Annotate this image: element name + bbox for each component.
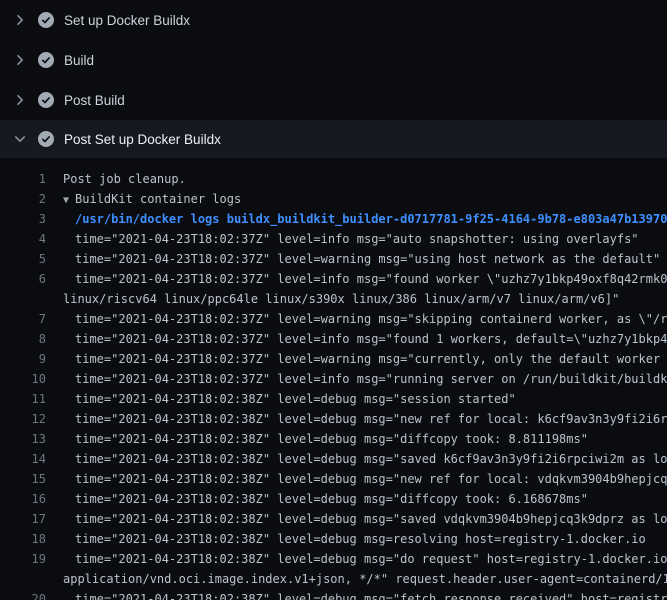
check-circle-icon <box>38 131 54 147</box>
log-line: 11 time="2021-04-23T18:02:38Z" level=deb… <box>0 389 667 409</box>
log-line: 10 time="2021-04-23T18:02:37Z" level=inf… <box>0 369 667 389</box>
log-line-text: /usr/bin/docker logs buildx_buildkit_bui… <box>75 209 667 229</box>
log-line-text: time="2021-04-23T18:02:38Z" level=debug … <box>75 469 667 489</box>
group-toggle-icon[interactable]: ▼ <box>63 195 69 206</box>
step-label: Set up Docker Buildx <box>64 13 190 28</box>
log-line: 9 time="2021-04-23T18:02:37Z" level=warn… <box>0 349 667 369</box>
log-line-number[interactable]: 19 <box>0 549 46 569</box>
log-line-number[interactable]: 13 <box>0 429 46 449</box>
log-line-text: time="2021-04-23T18:02:38Z" level=debug … <box>75 529 646 549</box>
log-line: 8 time="2021-04-23T18:02:37Z" level=info… <box>0 329 667 349</box>
log-line-number[interactable]: 17 <box>0 509 46 529</box>
log-line: 1 Post job cleanup. <box>0 169 667 189</box>
log-line: 13 time="2021-04-23T18:02:38Z" level=deb… <box>0 429 667 449</box>
log-line-text: Post job cleanup. <box>63 169 186 189</box>
check-circle-icon <box>38 92 54 108</box>
log-line-number[interactable]: 11 <box>0 389 46 409</box>
step-label: Build <box>64 53 94 68</box>
log-line: 19 time="2021-04-23T18:02:38Z" level=deb… <box>0 549 667 569</box>
log-line-number[interactable] <box>0 289 46 309</box>
log-line-number[interactable]: 6 <box>0 269 46 289</box>
chevron-right-icon <box>12 52 28 68</box>
log-line-text: time="2021-04-23T18:02:37Z" level=warnin… <box>75 349 667 369</box>
log-line-number[interactable]: 16 <box>0 489 46 509</box>
workflow-log-panel: Set up Docker Buildx Build Post Build <box>0 0 667 600</box>
log-line: application/vnd.oci.image.index.v1+json,… <box>0 569 667 589</box>
log-line: 3 /usr/bin/docker logs buildx_buildkit_b… <box>0 209 667 229</box>
step-label: Post Set up Docker Buildx <box>64 132 221 147</box>
log-line-number[interactable]: 9 <box>0 349 46 369</box>
step-list: Set up Docker Buildx Build Post Build <box>0 0 667 158</box>
step-row-build[interactable]: Build <box>0 40 667 80</box>
group-label: BuildKit container logs <box>75 192 241 206</box>
log-line: 6 time="2021-04-23T18:02:37Z" level=info… <box>0 269 667 289</box>
log-line: linux/riscv64 linux/ppc64le linux/s390x … <box>0 289 667 309</box>
log-line: 18 time="2021-04-23T18:02:38Z" level=deb… <box>0 529 667 549</box>
log-line-text: time="2021-04-23T18:02:38Z" level=debug … <box>75 409 667 429</box>
chevron-right-icon <box>12 12 28 28</box>
log-line-number[interactable]: 2 <box>0 189 46 209</box>
log-line: 15 time="2021-04-23T18:02:38Z" level=deb… <box>0 469 667 489</box>
log-line-number[interactable]: 15 <box>0 469 46 489</box>
chevron-down-icon <box>12 131 28 147</box>
log-line-text: time="2021-04-23T18:02:38Z" level=debug … <box>75 489 588 509</box>
step-row-post-set-up-docker-buildx[interactable]: Post Set up Docker Buildx <box>0 120 667 158</box>
log-line-text: time="2021-04-23T18:02:38Z" level=debug … <box>75 549 667 569</box>
log-line-number[interactable]: 5 <box>0 249 46 269</box>
log-line-number[interactable]: 20 <box>0 589 46 600</box>
log-line-number[interactable]: 12 <box>0 409 46 429</box>
step-row-set-up-docker-buildx[interactable]: Set up Docker Buildx <box>0 0 667 40</box>
log-line-number[interactable]: 1 <box>0 169 46 189</box>
log-line: 12 time="2021-04-23T18:02:38Z" level=deb… <box>0 409 667 429</box>
log-line-text: time="2021-04-23T18:02:37Z" level=warnin… <box>75 249 660 269</box>
log-line-text: time="2021-04-23T18:02:38Z" level=debug … <box>75 429 588 449</box>
log-line-number[interactable]: 14 <box>0 449 46 469</box>
log-line-text: time="2021-04-23T18:02:38Z" level=debug … <box>75 509 667 529</box>
log-line-text: time="2021-04-23T18:02:38Z" level=debug … <box>75 389 516 409</box>
log-line-number[interactable]: 3 <box>0 209 46 229</box>
log-line-text: ▼ BuildKit container logs <box>63 189 241 209</box>
check-circle-icon <box>38 52 54 68</box>
log-line: 14 time="2021-04-23T18:02:38Z" level=deb… <box>0 449 667 469</box>
log-line: 20 time="2021-04-23T18:02:38Z" level=deb… <box>0 589 667 600</box>
log-line: 4 time="2021-04-23T18:02:37Z" level=info… <box>0 229 667 249</box>
log-line-text: linux/riscv64 linux/ppc64le linux/s390x … <box>63 289 619 309</box>
log-line-text: time="2021-04-23T18:02:37Z" level=warnin… <box>75 309 667 329</box>
step-row-post-build[interactable]: Post Build <box>0 80 667 120</box>
log-line-number[interactable]: 8 <box>0 329 46 349</box>
log-line: 17 time="2021-04-23T18:02:38Z" level=deb… <box>0 509 667 529</box>
step-label: Post Build <box>64 93 125 108</box>
log-line-number[interactable]: 4 <box>0 229 46 249</box>
log-line-number[interactable] <box>0 569 46 589</box>
log-line: 5 time="2021-04-23T18:02:37Z" level=warn… <box>0 249 667 269</box>
log-line-number[interactable]: 7 <box>0 309 46 329</box>
log-line-text: time="2021-04-23T18:02:38Z" level=debug … <box>75 589 667 600</box>
log-line-text: time="2021-04-23T18:02:37Z" level=info m… <box>75 369 667 389</box>
log-line: 7 time="2021-04-23T18:02:37Z" level=warn… <box>0 309 667 329</box>
log-line-text: time="2021-04-23T18:02:38Z" level=debug … <box>75 449 667 469</box>
chevron-right-icon <box>12 92 28 108</box>
check-circle-icon <box>38 12 54 28</box>
log-line-number[interactable]: 18 <box>0 529 46 549</box>
log-line: 16 time="2021-04-23T18:02:38Z" level=deb… <box>0 489 667 509</box>
log-line-text: time="2021-04-23T18:02:37Z" level=info m… <box>75 329 667 349</box>
log-line-text: time="2021-04-23T18:02:37Z" level=info m… <box>75 229 639 249</box>
log-viewer[interactable]: 1 Post job cleanup. 2 ▼ BuildKit containe… <box>0 158 667 600</box>
log-line-text: application/vnd.oci.image.index.v1+json,… <box>63 569 667 589</box>
log-line-number[interactable]: 10 <box>0 369 46 389</box>
log-line-text: time="2021-04-23T18:02:37Z" level=info m… <box>75 269 667 289</box>
log-line[interactable]: 2 ▼ BuildKit container logs <box>0 189 667 209</box>
